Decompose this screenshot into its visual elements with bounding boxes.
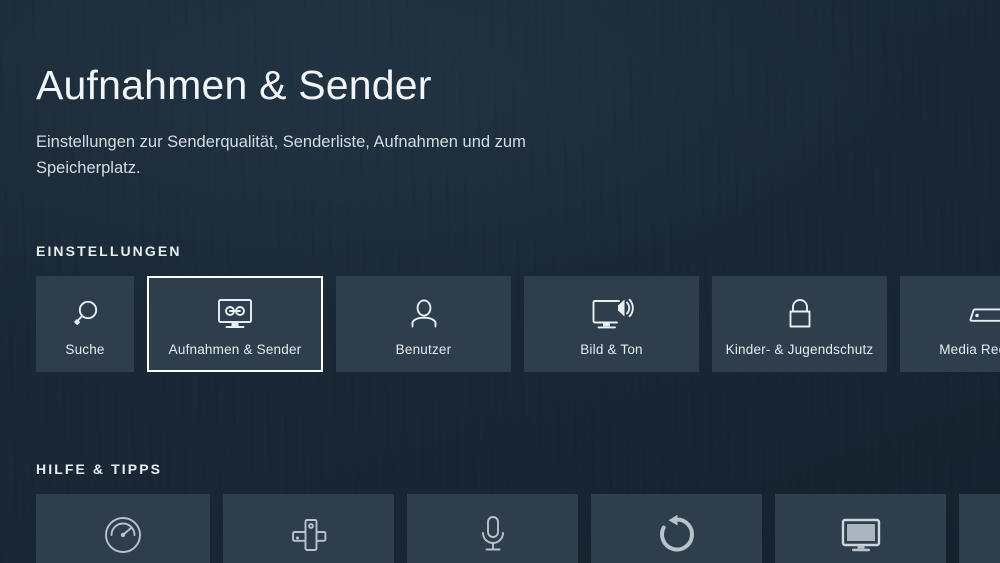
tile-help-speed[interactable] (36, 494, 210, 563)
tile-bild-ton[interactable]: Bild & Ton (524, 276, 699, 372)
section-heading-help: HILFE & TIPPS (36, 461, 163, 477)
tile-label: Media Receiver (939, 342, 1000, 357)
tile-help-connection[interactable] (223, 494, 394, 563)
tile-label: Aufnahmen & Sender (168, 342, 302, 357)
tile-benutzer[interactable]: Benutzer (336, 276, 511, 372)
tile-kinder-jugendschutz[interactable]: Kinder- & Jugendschutz (712, 276, 887, 372)
reset-arrow-icon (656, 514, 698, 556)
tv-filled-icon (839, 514, 883, 556)
tile-label: Benutzer (395, 342, 452, 357)
tv-sound-icon (590, 293, 634, 335)
tile-help-voice[interactable] (407, 494, 578, 563)
search-icon (68, 293, 102, 335)
settings-home-screen: Aufnahmen & Sender Einstellungen zur Sen… (0, 0, 1000, 563)
settings-tile-row: Suche Aufnahmen & Sender Benutzer Bild &… (36, 276, 1000, 372)
section-heading-settings: EINSTELLUNGEN (36, 243, 182, 259)
tile-help-tv[interactable] (775, 494, 946, 563)
page-subtitle: Einstellungen zur Senderqualität, Sender… (36, 133, 526, 177)
help-tile-row (36, 494, 1000, 563)
tile-label: Kinder- & Jugendschutz (725, 342, 874, 357)
tile-media-receiver[interactable]: Media Receiver (900, 276, 1000, 372)
set-top-box-icon (966, 293, 1000, 335)
tile-aufnahmen-sender[interactable]: Aufnahmen & Sender (147, 276, 323, 372)
page-title: Aufnahmen & Sender (36, 62, 432, 108)
tile-help-extra[interactable] (959, 494, 1000, 563)
tile-suche[interactable]: Suche (36, 276, 134, 372)
tile-label: Suche (65, 342, 105, 357)
tile-help-reset[interactable] (591, 494, 762, 563)
remote-connection-icon (287, 514, 331, 556)
microphone-icon (476, 514, 510, 556)
user-icon (406, 293, 442, 335)
padlock-icon (783, 293, 817, 335)
tile-label: Bild & Ton (580, 342, 643, 357)
recorder-tv-icon (214, 293, 256, 335)
speedometer-icon (101, 514, 145, 556)
